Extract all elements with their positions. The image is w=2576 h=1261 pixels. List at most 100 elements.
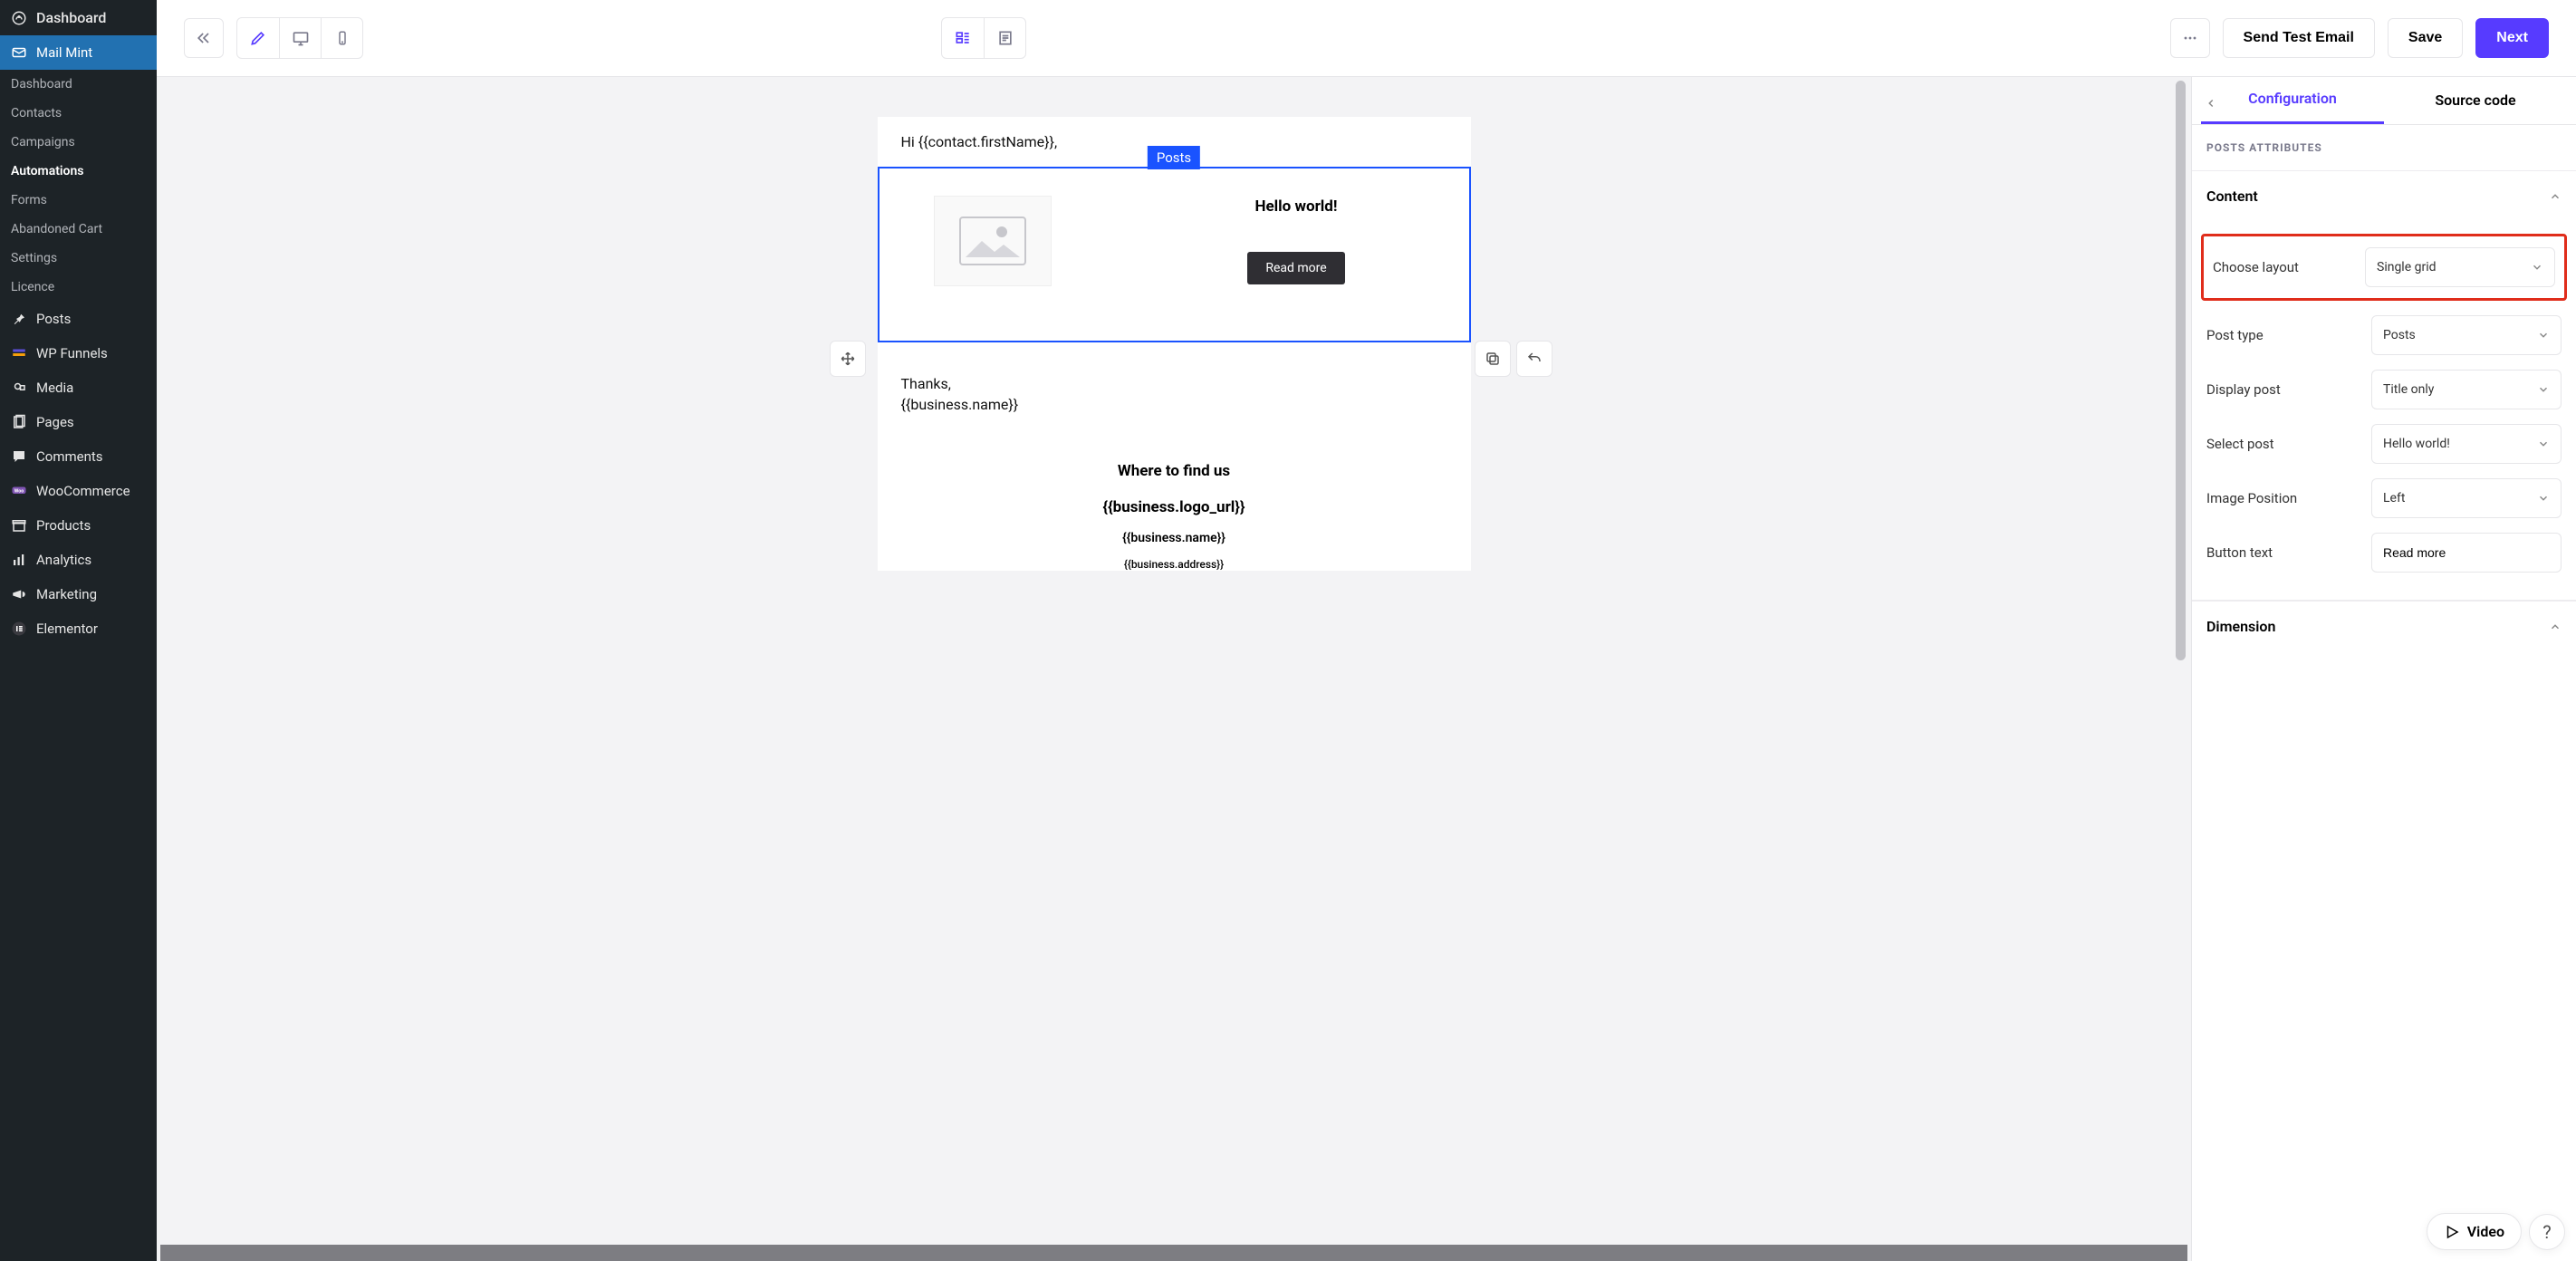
sidebar-item-mailmint[interactable]: Mail Mint — [0, 35, 157, 70]
accordion-dimension-header[interactable]: Dimension — [2192, 601, 2576, 651]
help-button[interactable]: ? — [2529, 1214, 2565, 1250]
archive-icon — [11, 517, 27, 534]
mail-icon — [11, 44, 27, 61]
sidebar-item-posts[interactable]: Posts — [0, 302, 157, 336]
choose-layout-label: Choose layout — [2213, 259, 2299, 275]
chevron-left-icon — [2205, 97, 2217, 110]
read-more-button[interactable]: Read more — [1247, 252, 1344, 284]
chevron-down-icon — [2537, 492, 2550, 505]
text-view-button[interactable] — [984, 18, 1025, 58]
sidebar-label: Posts — [36, 311, 71, 327]
chevron-down-icon — [2531, 261, 2543, 274]
posts-block-selected[interactable]: Posts — [878, 167, 1471, 342]
view-mode-switcher — [941, 17, 1026, 59]
button-text-label: Button text — [2206, 544, 2273, 561]
choose-layout-select[interactable]: Single grid — [2365, 247, 2555, 287]
image-position-label: Image Position — [2206, 490, 2297, 506]
sidebar-sub-campaigns[interactable]: Campaigns — [0, 128, 157, 157]
sidebar-label: WooCommerce — [36, 483, 130, 499]
email-canvas[interactable]: Hi {{contact.firstName}}, Posts — [878, 117, 1471, 571]
woo-icon: Woo — [11, 483, 27, 499]
post-image-placeholder — [934, 196, 1052, 286]
accordion-content-header[interactable]: Content — [2192, 171, 2576, 221]
sidebar-label: Marketing — [36, 586, 97, 602]
sidebar-item-media[interactable]: Media — [0, 371, 157, 405]
move-icon — [840, 351, 856, 367]
send-test-email-button[interactable]: Send Test Email — [2223, 18, 2375, 58]
sidebar-item-dashboard[interactable]: Dashboard — [0, 0, 157, 35]
chevron-down-icon — [2537, 329, 2550, 342]
sidebar-item-pages[interactable]: Pages — [0, 405, 157, 439]
elementor-icon — [11, 621, 27, 637]
sidebar-item-comments[interactable]: Comments — [0, 439, 157, 474]
chevrons-left-icon — [195, 29, 213, 47]
button-text-field[interactable] — [2383, 545, 2550, 560]
sidebar-sub-dashboard[interactable]: Dashboard — [0, 70, 157, 99]
next-button[interactable]: Next — [2475, 18, 2549, 58]
image-position-select[interactable]: Left — [2371, 478, 2562, 518]
collapse-button[interactable] — [184, 18, 224, 58]
video-help-button[interactable]: Video — [2427, 1213, 2522, 1250]
undo-button[interactable] — [1516, 341, 1552, 377]
megaphone-icon — [11, 586, 27, 602]
sidebar-item-wpfunnels[interactable]: WP Funnels — [0, 336, 157, 371]
sidebar-sub-contacts[interactable]: Contacts — [0, 99, 157, 128]
email-footer[interactable]: Where to find us {{business.logo_url}} {… — [878, 417, 1471, 571]
tab-source-code[interactable]: Source code — [2384, 91, 2567, 123]
mobile-icon — [334, 30, 351, 46]
play-icon — [2444, 1224, 2460, 1240]
save-button[interactable]: Save — [2388, 18, 2463, 58]
choose-layout-row: Choose layout Single grid — [2201, 234, 2567, 301]
sidebar-item-analytics[interactable]: Analytics — [0, 543, 157, 577]
sidebar-sub-licence[interactable]: Licence — [0, 273, 157, 302]
chevron-up-icon — [2549, 190, 2562, 203]
sidebar-sub-automations[interactable]: Automations — [0, 157, 157, 186]
desktop-preview-button[interactable] — [279, 18, 321, 58]
move-block-button[interactable] — [830, 341, 866, 377]
image-position-row: Image Position Left — [2206, 478, 2562, 518]
chevron-down-icon — [2537, 438, 2550, 450]
sidebar-sub-settings[interactable]: Settings — [0, 244, 157, 273]
dots-icon — [2181, 29, 2199, 47]
copy-icon — [1485, 351, 1501, 367]
image-placeholder-icon — [956, 214, 1029, 268]
tab-configuration[interactable]: Configuration — [2201, 90, 2384, 124]
sidebar-item-woocommerce[interactable]: Woo WooCommerce — [0, 474, 157, 508]
sidebar-sub-forms[interactable]: Forms — [0, 186, 157, 215]
select-value: Single grid — [2377, 260, 2437, 274]
select-post-select[interactable]: Hello world! — [2371, 424, 2562, 464]
pin-icon — [11, 311, 27, 327]
panel-back-button[interactable] — [2205, 97, 2217, 110]
sidebar-item-products[interactable]: Products — [0, 508, 157, 543]
bars-icon — [11, 552, 27, 568]
sidebar-sub-abandoned-cart[interactable]: Abandoned Cart — [0, 215, 157, 244]
select-value: Left — [2383, 491, 2405, 505]
sidebar-item-elementor[interactable]: Elementor — [0, 611, 157, 646]
footer-logo-placeholder: {{business.logo_url}} — [878, 498, 1471, 516]
display-post-select[interactable]: Title only — [2371, 370, 2562, 409]
button-text-input[interactable] — [2371, 533, 2562, 573]
chevron-down-icon — [2537, 383, 2550, 396]
sidebar-item-marketing[interactable]: Marketing — [0, 577, 157, 611]
editor-topbar: Send Test Email Save Next — [157, 0, 2576, 77]
business-name-text[interactable]: {{business.name}} — [878, 396, 1471, 417]
footer-business-address: {{business.address}} — [878, 558, 1471, 571]
settings-panel: Configuration Source code POSTS ATTRIBUT… — [2191, 77, 2576, 1261]
video-label: Video — [2467, 1223, 2504, 1240]
blocks-view-button[interactable] — [942, 18, 984, 58]
horizontal-scrollbar[interactable] — [160, 1245, 2187, 1261]
more-options-button[interactable] — [2170, 18, 2210, 58]
select-post-row: Select post Hello world! — [2206, 424, 2562, 464]
block-type-label: Posts — [1148, 146, 1200, 169]
sidebar-label: Analytics — [36, 552, 91, 568]
sidebar-label: WP Funnels — [36, 345, 108, 361]
post-type-select[interactable]: Posts — [2371, 315, 2562, 355]
mobile-preview-button[interactable] — [321, 18, 362, 58]
post-title: Hello world! — [1142, 197, 1451, 216]
pencil-icon — [249, 29, 267, 47]
pages-icon — [11, 414, 27, 430]
thanks-text[interactable]: Thanks, — [878, 355, 1471, 396]
copy-block-button[interactable] — [1475, 341, 1511, 377]
button-text-row: Button text — [2206, 533, 2562, 573]
edit-mode-button[interactable] — [237, 18, 279, 58]
